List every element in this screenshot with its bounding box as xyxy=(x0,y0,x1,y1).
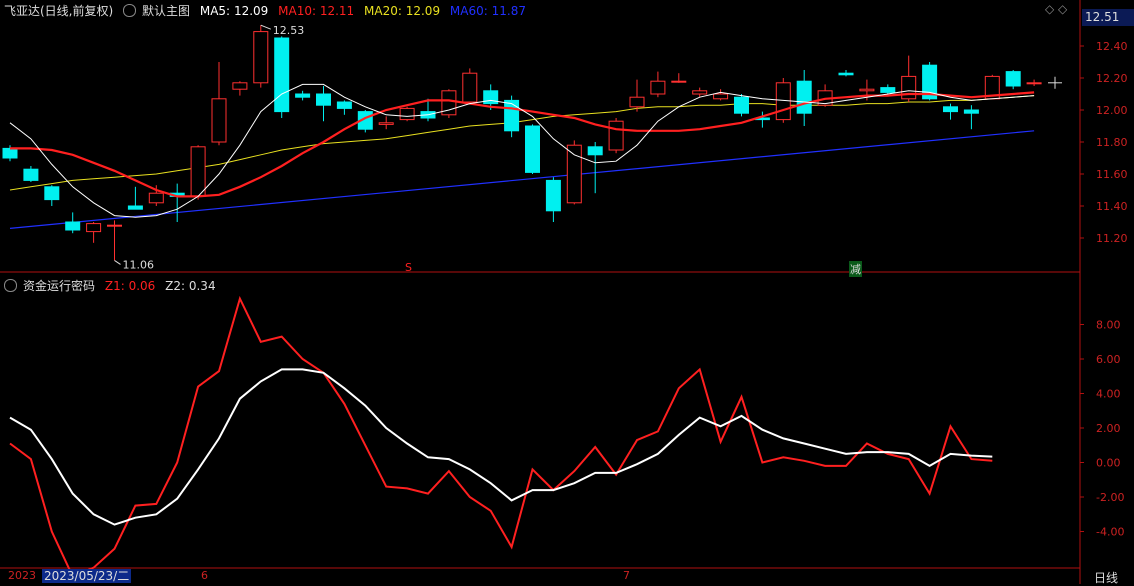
candle-body-up xyxy=(650,80,666,95)
month-7: 7 xyxy=(623,569,630,582)
candle-body-up xyxy=(608,120,624,151)
candle-body-down xyxy=(127,205,143,210)
price-tick-label: 11.60 xyxy=(1096,168,1128,181)
price-tick-label: 11.80 xyxy=(1096,136,1128,149)
month-6: 6 xyxy=(201,569,208,582)
template-label[interactable]: 默认主图 xyxy=(142,4,190,18)
candle-body-down xyxy=(316,93,331,106)
candle-body-down xyxy=(963,109,979,114)
low-marker-line xyxy=(114,259,121,265)
candle-body-up xyxy=(378,122,394,125)
candle-body-up xyxy=(399,107,415,121)
collapse-icon[interactable]: ◇ ◇ xyxy=(1045,2,1067,16)
candle-body-down xyxy=(274,37,290,113)
period-label[interactable]: 日线 xyxy=(1094,569,1118,586)
candle-body-down xyxy=(295,93,311,98)
z1-label: Z1: 0.06 xyxy=(104,279,156,293)
date-left: 2023 xyxy=(8,569,36,582)
candle-body-down xyxy=(23,168,39,181)
indicator-tick-label: 6.00 xyxy=(1096,353,1121,366)
indicator-header: 资金运行密码 Z1: 0.06 Z2: 0.34 xyxy=(4,277,222,294)
date-cursor: 2023/05/23/二 xyxy=(42,569,132,583)
indicator-tick-label: -2.00 xyxy=(1096,491,1124,504)
price-tick-label: 11.20 xyxy=(1096,232,1128,245)
candle-body-up xyxy=(253,31,269,84)
candle-body-down xyxy=(483,90,499,105)
price-tick-label: 12.40 xyxy=(1096,40,1128,53)
candle-body-up xyxy=(148,192,164,204)
candle-body-down xyxy=(336,101,352,109)
stock-name[interactable]: 飞亚达(日线,前复权) xyxy=(4,4,113,18)
high-marker-line xyxy=(260,24,271,30)
price-tick-label: 12.20 xyxy=(1096,72,1128,85)
ma60-label: MA60: 11.87 xyxy=(449,4,526,18)
main-chart-header: 飞亚达(日线,前复权) 默认主图 MA5: 12.09 MA10: 12.11 … xyxy=(4,2,532,19)
candle-body-up xyxy=(671,80,687,83)
candle-body-up xyxy=(692,90,708,95)
indicator-tick-label: -4.00 xyxy=(1096,526,1124,539)
candle-body-up xyxy=(713,93,729,100)
candle-body-up xyxy=(211,98,227,143)
candle-body-down xyxy=(796,80,812,114)
ma20-label: MA20: 12.09 xyxy=(364,4,441,18)
signal-jian-marker: 减 xyxy=(849,261,862,277)
low-price-label: 11.06 xyxy=(123,258,155,271)
template-icon[interactable] xyxy=(123,4,137,17)
candle-body-down xyxy=(587,146,603,156)
indicator-tick-label: 0.00 xyxy=(1096,457,1121,470)
candle-body-up xyxy=(190,146,206,197)
candle-body-down xyxy=(838,72,854,76)
current-price-tag: 12.51 xyxy=(1082,9,1134,26)
candle-body-down xyxy=(734,96,749,114)
z1-line xyxy=(9,295,993,578)
candle-body-up xyxy=(859,88,875,92)
candle-body-down xyxy=(44,186,60,201)
candle-body-up xyxy=(462,72,478,103)
candle-body-down xyxy=(525,125,540,173)
indicator-icon[interactable] xyxy=(4,279,17,292)
high-price-label: 12.53 xyxy=(273,24,305,37)
indicator-tick-label: 4.00 xyxy=(1096,388,1121,401)
candle-body-up xyxy=(566,144,582,204)
candle-body-up xyxy=(86,223,102,233)
candle-body-down xyxy=(65,221,81,231)
price-tick-label: 11.40 xyxy=(1096,200,1128,213)
indicator-name[interactable]: 资金运行密码 xyxy=(23,279,95,293)
price-tick-label: 12.00 xyxy=(1096,104,1128,117)
indicator-tick-label: 2.00 xyxy=(1096,422,1121,435)
candle-body-up xyxy=(629,96,645,108)
candle-body-up xyxy=(1026,82,1042,85)
candle-body-down xyxy=(545,179,561,212)
candle-body-down xyxy=(1005,71,1021,87)
candle-body-down xyxy=(880,87,896,93)
candle-body-up xyxy=(232,82,248,90)
ma5-label: MA5: 12.09 xyxy=(199,4,269,18)
candle-body-down xyxy=(504,99,520,132)
candle-body-down xyxy=(2,147,18,159)
candle-body-down xyxy=(943,106,958,113)
ma10-label: MA10: 12.11 xyxy=(278,4,355,18)
indicator-tick-label: 8.00 xyxy=(1096,319,1121,332)
candle-body-up xyxy=(107,224,122,227)
ma10-line xyxy=(10,91,1035,198)
z2-label: Z2: 0.34 xyxy=(165,279,216,293)
signal-s-marker: S xyxy=(405,261,412,274)
